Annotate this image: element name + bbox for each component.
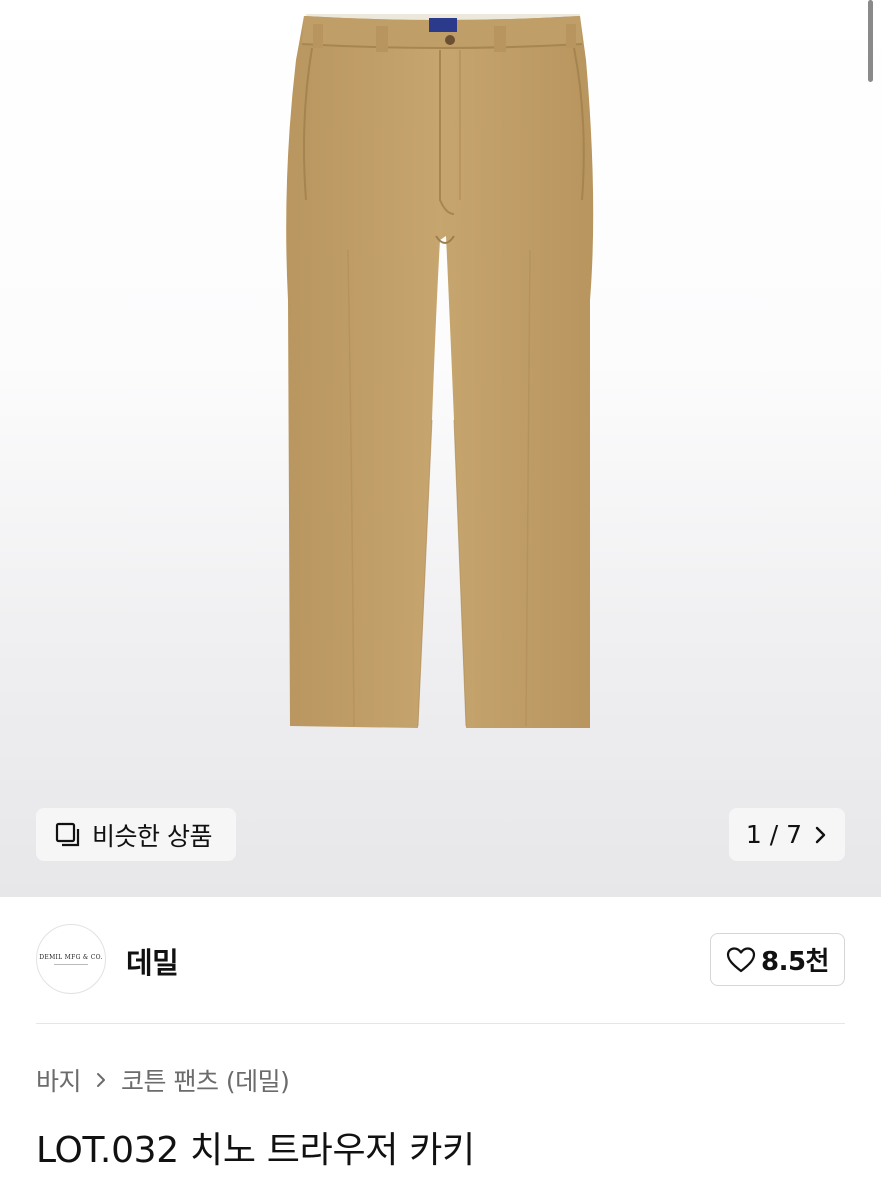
image-pager[interactable]: 1 / 7 [729, 808, 845, 861]
product-detail-page: 비슷한 상품 1 / 7 DEMIL MFG & CO. 데밀 8.5천 바지 … [0, 0, 881, 1200]
product-title: LOT.032 치노 트라우저 카키 [36, 1130, 475, 1171]
image-counter: 1 / 7 [745, 820, 803, 849]
product-image-carousel[interactable]: 비슷한 상품 1 / 7 [0, 0, 881, 897]
like-button[interactable]: 8.5천 [710, 933, 845, 986]
breadcrumb-subcategory[interactable]: 코튼 팬츠 (데밀) [121, 1062, 290, 1098]
product-photo [286, 14, 594, 728]
breadcrumb: 바지 코튼 팬츠 (데밀) [36, 1062, 290, 1098]
chevron-right-icon [815, 826, 826, 843]
section-divider [36, 1023, 845, 1024]
heart-outline-icon [726, 947, 756, 973]
like-count: 8.5천 [761, 947, 829, 977]
similar-products-button[interactable]: 비슷한 상품 [36, 808, 236, 861]
breadcrumb-category[interactable]: 바지 [36, 1062, 82, 1098]
logo-divider [54, 963, 88, 965]
similar-products-label: 비슷한 상품 [92, 821, 212, 851]
scrollbar[interactable] [868, 0, 873, 82]
stacked-squares-icon [55, 822, 80, 846]
brand-logo-text: DEMIL MFG & CO. [39, 953, 103, 961]
brand-name[interactable]: 데밀 [126, 940, 179, 982]
chevron-right-icon [97, 1073, 106, 1087]
brand-logo[interactable]: DEMIL MFG & CO. [36, 924, 106, 994]
